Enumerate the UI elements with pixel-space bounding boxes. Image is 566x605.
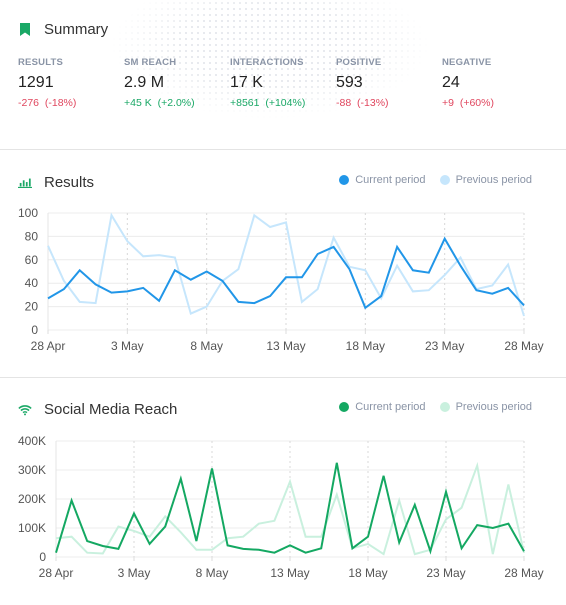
metric-value: 17 K: [230, 74, 263, 91]
metric-label: NEGATIVE: [442, 57, 492, 68]
summary-header: Summary: [18, 21, 108, 38]
x-tick-label: 28 May: [504, 339, 543, 353]
metric-value: 24: [442, 74, 460, 91]
metric-positive[interactable]: POSITIVE 593 -88 (-13%): [336, 57, 442, 109]
y-tick-label: 0: [39, 550, 46, 564]
metric-value: 1291: [18, 74, 54, 91]
x-tick-label: 8 May: [190, 339, 223, 353]
results-panel: Results Current period Previous period 0…: [0, 151, 566, 378]
y-tick-label: 100: [18, 206, 38, 220]
summary-section: Summary RESULTS 1291 -276 (-18%) SM REAC…: [0, 0, 566, 150]
metric-change: -276 (-18%): [18, 97, 124, 109]
x-tick-label: 13 May: [270, 566, 309, 580]
change-abs: -88: [336, 97, 352, 109]
series-line-previous-period: [55, 461, 525, 556]
metrics-row: RESULTS 1291 -276 (-18%) SM REACH 2.9 M …: [18, 57, 548, 109]
metric-change: +45 K (+2.0%): [124, 97, 230, 109]
reach-chart: 0 100K 200K 300K 400K 28 Apr 3 May 8 May 13 May 1…: [18, 434, 544, 580]
metric-label: POSITIVE: [336, 57, 382, 68]
change-abs: +9: [442, 97, 454, 109]
y-tick-label: 60: [25, 253, 39, 267]
change-pct: (+104%): [265, 97, 306, 109]
x-tick-label: 3 May: [118, 566, 151, 580]
y-tick-label: 0: [31, 323, 38, 337]
social-media-reach-panel: Social Media Reach Current period Previo…: [0, 379, 566, 605]
metric-negative[interactable]: NEGATIVE 24 +9 (+60%): [442, 57, 548, 109]
results-chart: 0 20 40 60 80 100 28 Apr 3 May 8 May 13 May 18 May…: [18, 206, 544, 353]
y-tick-label: 200K: [18, 492, 46, 506]
y-tick-label: 100K: [18, 521, 46, 535]
x-tick-label: 28 Apr: [39, 566, 74, 580]
metric-label: RESULTS: [18, 57, 64, 68]
x-tick-label: 13 May: [266, 339, 305, 353]
change-pct: (-18%): [44, 97, 77, 109]
x-tick-label: 23 May: [426, 566, 465, 580]
x-tick-label: 8 May: [196, 566, 229, 580]
x-tick-label: 18 May: [346, 339, 385, 353]
metric-change: -88 (-13%): [336, 97, 442, 109]
change-abs: +8561: [230, 97, 260, 109]
change-abs: -276: [18, 97, 40, 109]
y-tick-label: 400K: [18, 434, 46, 448]
y-tick-label: 40: [25, 276, 39, 290]
x-tick-label: 23 May: [425, 339, 464, 353]
change-pct: (-13%): [357, 97, 389, 109]
metric-sm-reach[interactable]: SM REACH 2.9 M +45 K (+2.0%): [124, 57, 230, 109]
y-tick-label: 20: [25, 300, 39, 314]
series-line-previous-period: [47, 212, 525, 317]
x-tick-label: 18 May: [348, 566, 387, 580]
x-tick-label: 28 Apr: [31, 339, 66, 353]
y-tick-label: 80: [25, 229, 39, 243]
x-tick-label: 28 May: [504, 566, 543, 580]
metric-value: 593: [336, 74, 363, 91]
metric-label: INTERACTIONS: [230, 57, 304, 68]
bookmark-icon: [18, 23, 32, 37]
metric-interactions[interactable]: INTERACTIONS 17 K +8561 (+104%): [230, 57, 336, 109]
y-tick-label: 300K: [18, 463, 46, 477]
metric-results[interactable]: RESULTS 1291 -276 (-18%): [18, 57, 124, 109]
summary-title: Summary: [44, 21, 109, 38]
metric-change: +8561 (+104%): [230, 97, 336, 109]
x-tick-label: 3 May: [111, 339, 144, 353]
metric-label: SM REACH: [124, 57, 177, 68]
metric-value: 2.9 M: [124, 74, 165, 91]
metric-change: +9 (+60%): [442, 97, 548, 109]
change-pct: (+2.0%): [157, 97, 195, 109]
change-abs: +45 K: [124, 97, 152, 109]
change-pct: (+60%): [459, 97, 494, 109]
